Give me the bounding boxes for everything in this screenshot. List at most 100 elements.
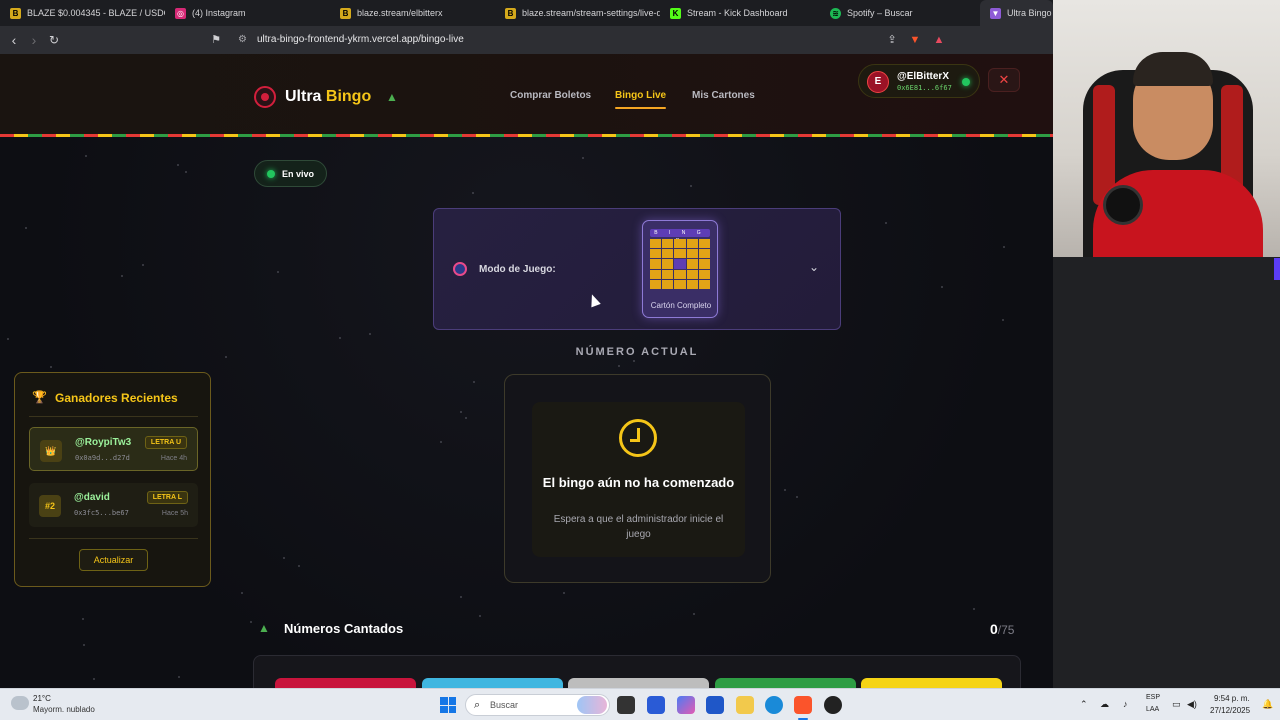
called-numbers-title: Números Cantados <box>284 621 404 636</box>
share-icon[interactable]: ⇪ <box>883 31 901 49</box>
file-explorer-icon[interactable] <box>736 696 754 714</box>
keyboard-layout[interactable]: LAA <box>1146 706 1159 713</box>
nav-comprar-boletos[interactable]: Comprar Boletos <box>510 90 591 101</box>
browser-tab[interactable]: ≋ Spotify – Buscar <box>820 0 980 26</box>
site-logo[interactable]: Ultra Bingo <box>285 88 371 106</box>
live-dot-icon <box>267 170 275 178</box>
star <box>250 621 252 623</box>
search-highlight-icon[interactable] <box>577 696 607 714</box>
obs-icon[interactable] <box>824 696 842 714</box>
brave-rewards-icon[interactable]: ▲ <box>930 31 948 49</box>
nav-bingo-live[interactable]: Bingo Live <box>615 90 667 109</box>
game-mode-selector[interactable]: Modo de Juego: B I N G O Cartón Completo… <box>433 208 841 330</box>
browser-tab[interactable]: ◎ (4) Instagram <box>165 0 330 26</box>
browser-tab-active[interactable]: ▼ Ultra Bingo - U <box>980 0 1053 26</box>
game-mode-name: Cartón Completo <box>650 301 712 310</box>
webcam-overlay <box>1053 0 1280 257</box>
nav-mis-cartones[interactable]: Mis Cartones <box>692 90 755 101</box>
winner-row[interactable]: #2 @david 0x3fc5...be67 LETRA L Hace 5h <box>29 483 198 527</box>
winner-row[interactable]: 👑 @RoypiTw3 0x0a9d...d27d LETRA U Hace 4… <box>29 427 198 471</box>
network-icon[interactable]: ▭ <box>1172 699 1181 710</box>
called-count-total: /75 <box>997 623 1015 637</box>
bingo-column-header <box>861 678 1002 688</box>
bingo-column-header <box>421 678 563 688</box>
browser-tab[interactable]: K Stream - Kick Dashboard <box>660 0 820 26</box>
tab-title: Spotify – Buscar <box>847 8 913 18</box>
winner-pattern-badge: LETRA L <box>146 491 188 504</box>
divider <box>29 538 198 539</box>
star <box>784 489 786 491</box>
browser-tab[interactable]: B blaze.stream/elbitterx <box>330 0 495 26</box>
star <box>1002 319 1004 321</box>
star <box>178 676 180 678</box>
copilot-icon[interactable] <box>677 696 695 714</box>
winner-address: 0x0a9d...d27d <box>75 454 130 462</box>
edge-icon[interactable] <box>765 696 783 714</box>
cloud-icon[interactable] <box>11 696 29 710</box>
star <box>582 157 584 159</box>
online-status-dot <box>962 78 970 86</box>
tab-title: blaze.stream/stream-settings/live-da <box>522 8 660 18</box>
logo-text: Ultra <box>285 88 322 105</box>
microphone-icon[interactable]: ♪ <box>1123 699 1128 709</box>
user-wallet-pill[interactable]: E @ElBitterX 0x6E81...6f67 <box>858 64 980 98</box>
forward-icon[interactable]: › <box>25 31 43 49</box>
tab-title: BLAZE $0.004345 - BLAZE / USDC on <box>27 8 165 18</box>
star <box>460 411 462 413</box>
winner-time: Hace 5h <box>161 510 188 517</box>
back-icon[interactable]: ‹ <box>5 31 23 49</box>
star <box>796 496 798 498</box>
game-mode-card[interactable]: B I N G O Cartón Completo <box>642 220 718 318</box>
current-number-label: NÚMERO ACTUAL <box>575 346 699 358</box>
onedrive-icon[interactable]: ☁ <box>1100 699 1109 710</box>
bingo-live-page: Ultra Bingo ▲ Comprar Boletos Bingo Live… <box>0 54 1053 688</box>
windows-start-icon[interactable] <box>440 697 456 713</box>
browser-side-area <box>1053 257 1280 688</box>
current-number-card: El bingo aún no ha comenzado Espera a qu… <box>504 374 771 583</box>
site-settings-icon[interactable]: ⚙ <box>238 34 247 45</box>
reload-icon[interactable]: ↻ <box>45 31 63 49</box>
winner-name: @RoypiTw3 <box>75 437 132 448</box>
task-view-icon[interactable] <box>617 696 635 714</box>
weather-temperature[interactable]: 21°C <box>33 694 51 703</box>
volume-icon[interactable]: ◀) <box>1187 699 1197 710</box>
winner-name: @david <box>74 492 110 503</box>
star <box>177 164 179 166</box>
festive-stripe <box>0 134 1053 137</box>
star <box>941 286 943 288</box>
browser-tab[interactable]: B blaze.stream/stream-settings/live-da <box>495 0 660 26</box>
brave-icon[interactable] <box>794 696 812 714</box>
wallet-address: 0x6E81...6f67 <box>897 84 952 92</box>
store-icon[interactable] <box>706 696 724 714</box>
christmas-tree-icon: ▲ <box>258 621 270 635</box>
blaze-icon: B <box>10 7 21 19</box>
browser-tab[interactable]: B BLAZE $0.004345 - BLAZE / USDC on <box>0 0 165 26</box>
star <box>479 615 481 617</box>
snipping-tool-icon[interactable] <box>647 696 665 714</box>
star <box>225 356 227 358</box>
clock-date[interactable]: 27/12/2025 <box>1210 706 1250 715</box>
tab-title: blaze.stream/elbitterx <box>357 8 443 18</box>
language-indicator[interactable]: ESP <box>1146 694 1160 701</box>
kick-icon: K <box>670 7 681 19</box>
brave-shield-icon[interactable]: ▼ <box>906 31 924 49</box>
tray-chevron-icon[interactable]: ⌃ <box>1080 699 1088 710</box>
tab-title: Ultra Bingo - U <box>1007 8 1053 18</box>
star <box>83 644 85 646</box>
logout-button[interactable]: ✕ <box>988 68 1020 92</box>
clock-time[interactable]: 9:54 p. m. <box>1214 694 1250 703</box>
url-field[interactable]: ultra-bingo-frontend-ykrm.vercel.app/bin… <box>257 34 464 45</box>
logo-icon <box>254 86 276 108</box>
chevron-down-icon[interactable]: ⌄ <box>809 260 819 274</box>
star <box>618 365 620 367</box>
star <box>82 618 84 620</box>
recent-winners-panel: 🏆 Ganadores Recientes 👑 @RoypiTw3 0x0a9d… <box>14 372 211 587</box>
star <box>473 381 475 383</box>
refresh-button[interactable]: Actualizar <box>79 549 148 571</box>
star <box>283 557 285 559</box>
notifications-icon[interactable]: 🔔 <box>1262 699 1273 710</box>
star <box>339 337 341 339</box>
weather-description[interactable]: Mayorm. nublado <box>33 705 95 714</box>
instagram-icon: ◎ <box>175 7 186 19</box>
bookmark-icon[interactable]: ⚑ <box>207 31 225 49</box>
